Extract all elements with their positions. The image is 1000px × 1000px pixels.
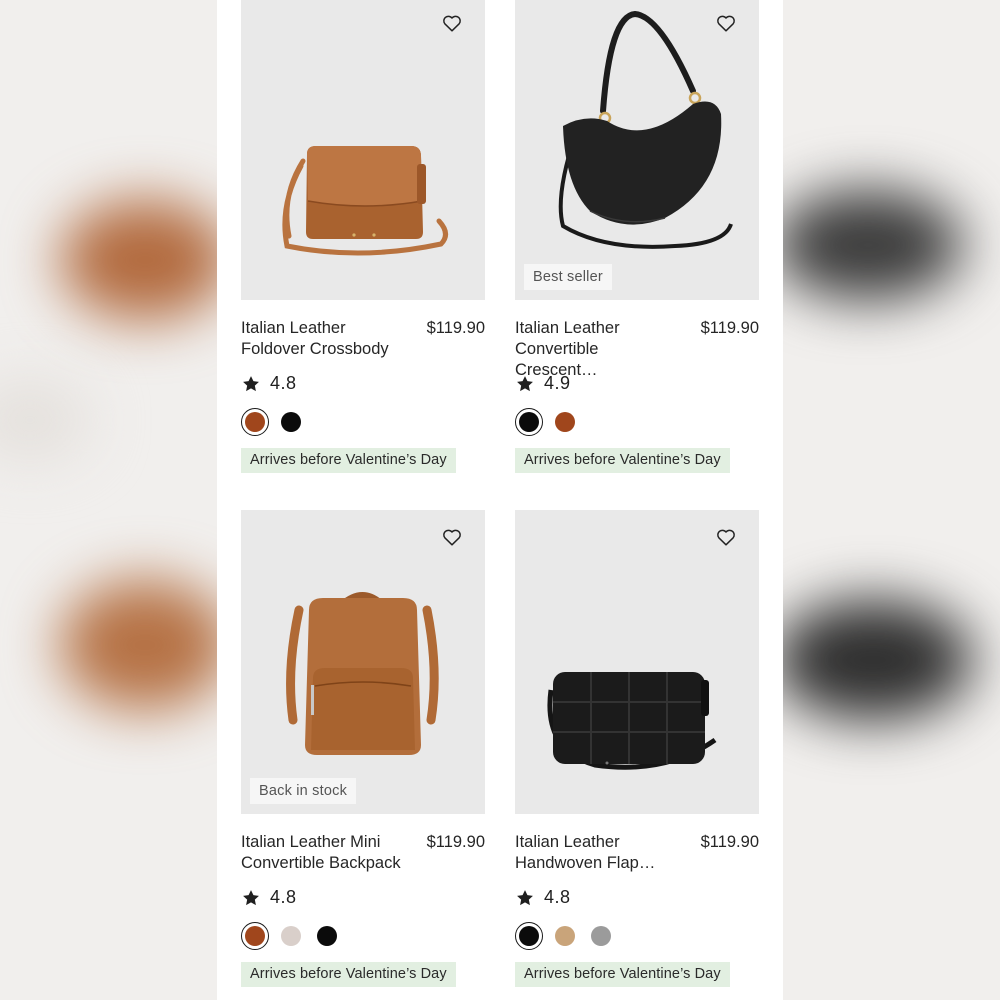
product-image[interactable] — [241, 0, 485, 300]
blur-blob — [783, 600, 973, 720]
rating-value: 4.8 — [544, 887, 571, 907]
heart-outline-icon[interactable] — [441, 12, 463, 34]
woven-flap-bag-illustration — [547, 672, 717, 770]
swatch-dot — [281, 412, 301, 432]
color-swatch-cognac[interactable] — [241, 408, 269, 436]
product-price: $119.90 — [426, 833, 485, 851]
swatch-dot — [317, 926, 337, 946]
heart-outline-icon[interactable] — [715, 12, 737, 34]
product-grid: Italian Leather Foldover Crossbody $119.… — [217, 0, 783, 1000]
swatch-dot — [555, 412, 575, 432]
color-swatch-cognac[interactable] — [241, 922, 269, 950]
swatch-dot — [519, 412, 539, 432]
product-name[interactable]: Italian Leather Handwoven Flap… — [515, 832, 685, 874]
color-swatch-black[interactable] — [313, 922, 341, 950]
star-icon — [517, 375, 533, 391]
heart-outline-icon[interactable] — [715, 526, 737, 548]
product-name[interactable]: Italian Leather Mini Convertible Backpac… — [241, 832, 416, 874]
color-swatch-cognac[interactable] — [551, 408, 579, 436]
swatch-dot — [245, 926, 265, 946]
product-rating: 4.8 — [241, 373, 297, 394]
color-swatch-black[interactable] — [515, 922, 543, 950]
rating-value: 4.8 — [270, 887, 297, 907]
color-swatch-tan[interactable] — [551, 922, 579, 950]
product-image[interactable]: Best seller — [515, 0, 759, 300]
rating-value: 4.8 — [270, 373, 297, 393]
star-icon — [517, 889, 533, 905]
swatch-dot — [555, 926, 575, 946]
delivery-badge: Arrives before Valentine’s Day — [515, 448, 730, 473]
product-name[interactable]: Italian Leather Foldover Crossbody — [241, 318, 411, 360]
color-swatches — [515, 408, 587, 436]
blur-blob — [0, 380, 90, 460]
product-price: $119.90 — [426, 319, 485, 337]
product-rating: 4.8 — [241, 887, 297, 908]
blur-blob — [783, 190, 963, 300]
back-in-stock-badge: Back in stock — [250, 778, 357, 804]
crossbody-bag-illustration — [282, 146, 448, 256]
product-image[interactable] — [515, 510, 759, 814]
product-image[interactable]: Back in stock — [241, 510, 485, 814]
swatch-dot — [245, 412, 265, 432]
blurred-backdrop-right — [783, 0, 1000, 1000]
product-rating: 4.9 — [515, 373, 571, 394]
star-icon — [243, 889, 259, 905]
backpack-illustration — [286, 592, 439, 755]
rating-value: 4.9 — [544, 373, 571, 393]
heart-outline-icon[interactable] — [441, 526, 463, 548]
delivery-badge: Arrives before Valentine’s Day — [241, 448, 456, 473]
star-icon — [243, 375, 259, 391]
swatch-dot — [281, 926, 301, 946]
blur-blob — [60, 200, 217, 320]
crescent-bag-illustration — [558, 10, 733, 249]
product-name[interactable]: Italian Leather Convertible Crescent… — [515, 318, 685, 381]
swatch-dot — [519, 926, 539, 946]
product-price: $119.90 — [700, 833, 759, 851]
color-swatch-grey[interactable] — [587, 922, 615, 950]
color-swatches — [241, 922, 349, 950]
swatch-dot — [591, 926, 611, 946]
delivery-badge: Arrives before Valentine’s Day — [515, 962, 730, 987]
blurred-backdrop-left — [0, 0, 217, 1000]
delivery-badge: Arrives before Valentine’s Day — [241, 962, 456, 987]
color-swatch-black[interactable] — [515, 408, 543, 436]
best-seller-badge: Best seller — [524, 264, 612, 290]
color-swatch-taupe[interactable] — [277, 922, 305, 950]
blur-blob — [60, 580, 217, 710]
product-rating: 4.8 — [515, 887, 571, 908]
product-price: $119.90 — [700, 319, 759, 337]
color-swatch-black[interactable] — [277, 408, 305, 436]
color-swatches — [241, 408, 313, 436]
color-swatches — [515, 922, 623, 950]
